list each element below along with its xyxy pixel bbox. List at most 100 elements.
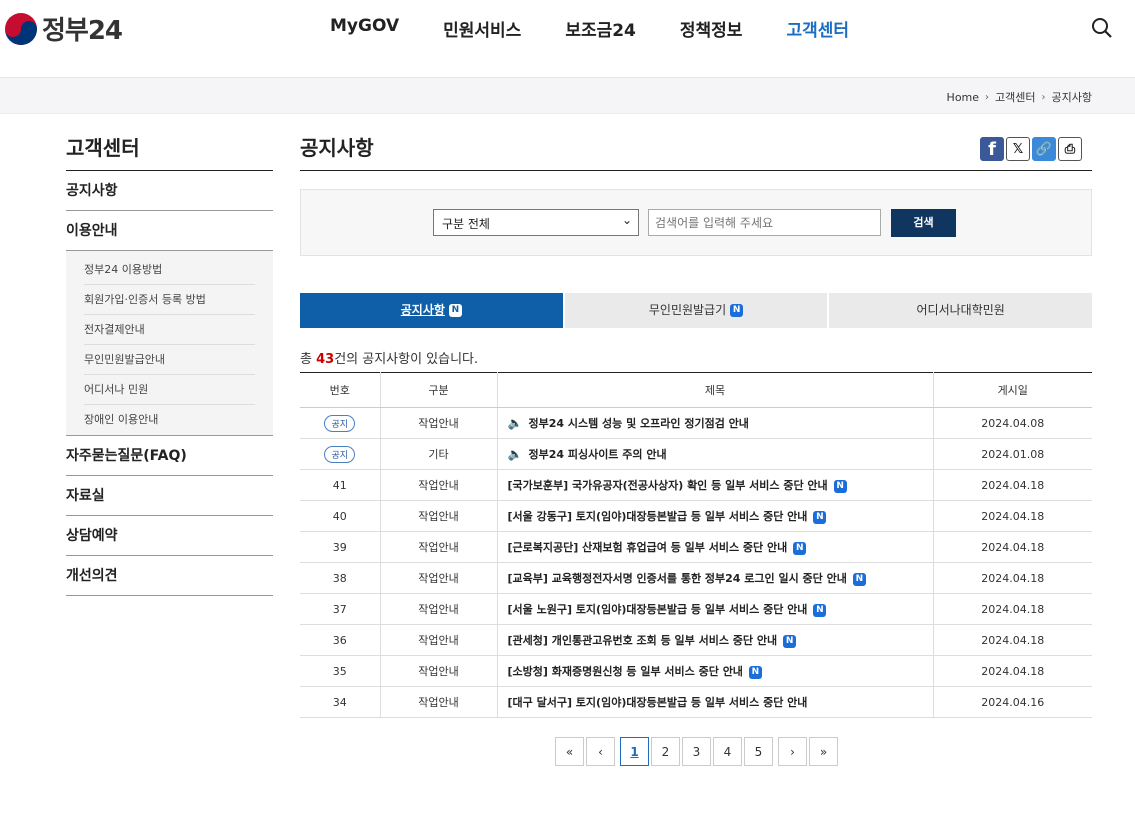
- first-page-button[interactable]: «: [555, 737, 584, 766]
- row-title-cell[interactable]: [국가보훈부] 국가유공자(전공사상자) 확인 등 일부 서비스 중단 안내 N: [497, 469, 934, 501]
- row-number-cell: 39: [300, 531, 381, 563]
- side-nav-consult[interactable]: 상담예약: [66, 516, 273, 556]
- table-row[interactable]: 38 작업안내 [교육부] 교육행정전자서명 인증서를 통한 정부24 로그인 일시…: [300, 562, 1092, 594]
- print-icon[interactable]: ⎙: [1058, 137, 1082, 161]
- site-logo[interactable]: 정부24: [4, 10, 123, 47]
- table-header-row: 번호 구분 제목 게시일: [300, 372, 1092, 408]
- side-subitem-kiosk[interactable]: 무인민원발급안내: [84, 345, 255, 375]
- row-category-cell: 작업안내: [380, 500, 498, 532]
- row-title-cell[interactable]: 🔈 정부24 피싱사이트 주의 안내: [497, 438, 934, 470]
- speaker-icon: 🔈: [507, 447, 523, 461]
- row-title-link[interactable]: [교육부] 교육행정전자서명 인증서를 통한 정부24 로그인 일시 중단 안내: [508, 572, 847, 585]
- row-title-link[interactable]: [서울 노원구] 토지(임야)대장등본발급 등 일부 서비스 중단 안내: [508, 603, 808, 616]
- nav-mygov[interactable]: MyGOV: [330, 16, 399, 41]
- side-nav-feedback[interactable]: 개선의견: [66, 556, 273, 596]
- side-nav-guide[interactable]: 이용안내: [66, 211, 273, 251]
- table-row[interactable]: 37 작업안내 [서울 노원구] 토지(임야)대장등본발급 등 일부 서비스 중단 …: [300, 593, 1092, 625]
- side-nav-notice[interactable]: 공지사항: [66, 171, 273, 211]
- nav-civil-service[interactable]: 민원서비스: [443, 16, 521, 41]
- row-title-link[interactable]: [근로복지공단] 산재보험 휴업급여 등 일부 서비스 중단 안내: [508, 541, 788, 554]
- table-body: 공지 작업안내 🔈 정부24 시스템 성능 및 오프라인 정기점검 안내 2024.04…: [300, 407, 1092, 718]
- link-icon[interactable]: 🔗: [1032, 137, 1056, 161]
- row-date-cell: 2024.04.08: [933, 407, 1092, 439]
- row-date-cell: 2024.04.18: [933, 562, 1092, 594]
- side-subitem-disabled[interactable]: 장애인 이용안내: [84, 405, 255, 435]
- tab-kiosk[interactable]: 무인민원발급기 N: [564, 293, 828, 328]
- nav-customer-center[interactable]: 고객센터: [786, 16, 849, 41]
- row-number-cell: 34: [300, 686, 381, 718]
- row-number-cell: 35: [300, 655, 381, 687]
- table-row[interactable]: 공지 기타 🔈 정부24 피싱사이트 주의 안내 2024.01.08: [300, 438, 1092, 470]
- category-select-value: 구분 전체: [442, 217, 490, 231]
- table-row[interactable]: 34 작업안내 [대구 달서구] 토지(임야)대장등본발급 등 일부 서비스 중단 …: [300, 686, 1092, 718]
- search-button[interactable]: 검색: [891, 209, 956, 237]
- row-date-cell: 2024.04.18: [933, 655, 1092, 687]
- search-input[interactable]: [648, 209, 881, 236]
- last-page-button[interactable]: »: [809, 737, 838, 766]
- row-title-cell[interactable]: [서울 강동구] 토지(임야)대장등본발급 등 일부 서비스 중단 안내 N: [497, 500, 934, 532]
- breadcrumb-customer-center[interactable]: 고객센터: [995, 89, 1035, 105]
- row-title-link[interactable]: [관세청] 개인통관고유번호 조회 등 일부 서비스 중단 안내: [508, 634, 778, 647]
- table-row[interactable]: 공지 작업안내 🔈 정부24 시스템 성능 및 오프라인 정기점검 안내 2024.04…: [300, 407, 1092, 439]
- tab-notice[interactable]: 공지사항 N: [300, 293, 563, 328]
- row-title-link[interactable]: [대구 달서구] 토지(임야)대장등본발급 등 일부 서비스 중단 안내: [508, 696, 808, 709]
- row-number-cell: 37: [300, 593, 381, 625]
- chevron-right-icon: ›: [985, 91, 990, 103]
- row-title-link[interactable]: [국가보훈부] 국가유공자(전공사상자) 확인 등 일부 서비스 중단 안내: [508, 479, 828, 492]
- next-page-button[interactable]: ›: [778, 737, 807, 766]
- row-title-cell[interactable]: [근로복지공단] 산재보험 휴업급여 등 일부 서비스 중단 안내 N: [497, 531, 934, 563]
- nav-policy-info[interactable]: 정책정보: [680, 16, 743, 41]
- tab-label: 공지사항: [400, 303, 445, 317]
- side-subitem-anywhere[interactable]: 어디서나 민원: [84, 375, 255, 405]
- prev-page-button[interactable]: ‹: [586, 737, 615, 766]
- row-date-cell: 2024.04.18: [933, 500, 1092, 532]
- table-row[interactable]: 39 작업안내 [근로복지공단] 산재보험 휴업급여 등 일부 서비스 중단 안내 N…: [300, 531, 1092, 563]
- table-row[interactable]: 35 작업안내 [소방청] 화재증명원신청 등 일부 서비스 중단 안내 N 2024.…: [300, 655, 1092, 687]
- side-nav-title: 고객센터: [66, 132, 273, 171]
- nav-subsidy24[interactable]: 보조금24: [565, 16, 636, 41]
- row-title-cell[interactable]: 🔈 정부24 시스템 성능 및 오프라인 정기점검 안내: [497, 407, 934, 439]
- side-nav-faq[interactable]: 자주묻는질문(FAQ): [66, 436, 273, 476]
- tab-university[interactable]: 어디서나대학민원: [829, 293, 1093, 328]
- search-icon[interactable]: [1091, 17, 1113, 39]
- total-number: 43: [316, 352, 335, 367]
- col-header-title: 제목: [497, 372, 934, 408]
- side-nav-archive[interactable]: 자료실: [66, 476, 273, 516]
- taegeuk-logo-icon: [5, 12, 37, 45]
- row-title-link[interactable]: 정부24 피싱사이트 주의 안내: [528, 448, 666, 461]
- notice-badge: 공지: [324, 445, 356, 463]
- row-title-cell[interactable]: [교육부] 교육행정전자서명 인증서를 통한 정부24 로그인 일시 중단 안내…: [497, 562, 934, 594]
- side-nav: 고객센터 공지사항 이용안내 정부24 이용방법 회원가입·인증서 등록 방법 …: [66, 132, 273, 596]
- table-row[interactable]: 41 작업안내 [국가보훈부] 국가유공자(전공사상자) 확인 등 일부 서비스 중…: [300, 469, 1092, 501]
- row-title-link[interactable]: [소방청] 화재증명원신청 등 일부 서비스 중단 안내: [508, 665, 743, 678]
- row-title-cell[interactable]: [대구 달서구] 토지(임야)대장등본발급 등 일부 서비스 중단 안내: [497, 686, 934, 718]
- page-4[interactable]: 4: [713, 737, 742, 766]
- category-select[interactable]: 구분 전체 ⌄: [433, 209, 639, 236]
- row-number-cell: 40: [300, 500, 381, 532]
- row-title-cell[interactable]: [소방청] 화재증명원신청 등 일부 서비스 중단 안내 N: [497, 655, 934, 687]
- table-row[interactable]: 40 작업안내 [서울 강동구] 토지(임야)대장등본발급 등 일부 서비스 중단 …: [300, 500, 1092, 532]
- page-3[interactable]: 3: [682, 737, 711, 766]
- row-title-cell[interactable]: [서울 노원구] 토지(임야)대장등본발급 등 일부 서비스 중단 안내 N: [497, 593, 934, 625]
- breadcrumb-home[interactable]: Home: [947, 91, 979, 104]
- side-subitem-how-to-use[interactable]: 정부24 이용방법: [84, 255, 255, 285]
- row-title-link[interactable]: 정부24 시스템 성능 및 오프라인 정기점검 안내: [528, 417, 748, 430]
- row-number-cell: 공지: [300, 438, 381, 470]
- page-5[interactable]: 5: [744, 737, 773, 766]
- side-subitem-payment[interactable]: 전자결제안내: [84, 315, 255, 345]
- row-title-link[interactable]: [서울 강동구] 토지(임야)대장등본발급 등 일부 서비스 중단 안내: [508, 510, 808, 523]
- page-1[interactable]: 1: [620, 737, 649, 766]
- row-date-cell: 2024.01.08: [933, 438, 1092, 470]
- chevron-down-icon: ⌄: [621, 213, 632, 227]
- new-badge: N: [783, 634, 797, 648]
- page-2[interactable]: 2: [651, 737, 680, 766]
- facebook-icon[interactable]: f: [980, 137, 1004, 161]
- col-header-category: 구분: [380, 372, 498, 408]
- row-category-cell: 작업안내: [380, 624, 498, 656]
- x-twitter-icon[interactable]: 𝕏: [1006, 137, 1030, 161]
- side-subitem-signup-cert[interactable]: 회원가입·인증서 등록 방법: [84, 285, 255, 315]
- new-badge: N: [793, 541, 807, 555]
- table-row[interactable]: 36 작업안내 [관세청] 개인통관고유번호 조회 등 일부 서비스 중단 안내 N 2…: [300, 624, 1092, 656]
- tab-label: 어디서나대학민원: [916, 303, 1005, 317]
- row-title-cell[interactable]: [관세청] 개인통관고유번호 조회 등 일부 서비스 중단 안내 N: [497, 624, 934, 656]
